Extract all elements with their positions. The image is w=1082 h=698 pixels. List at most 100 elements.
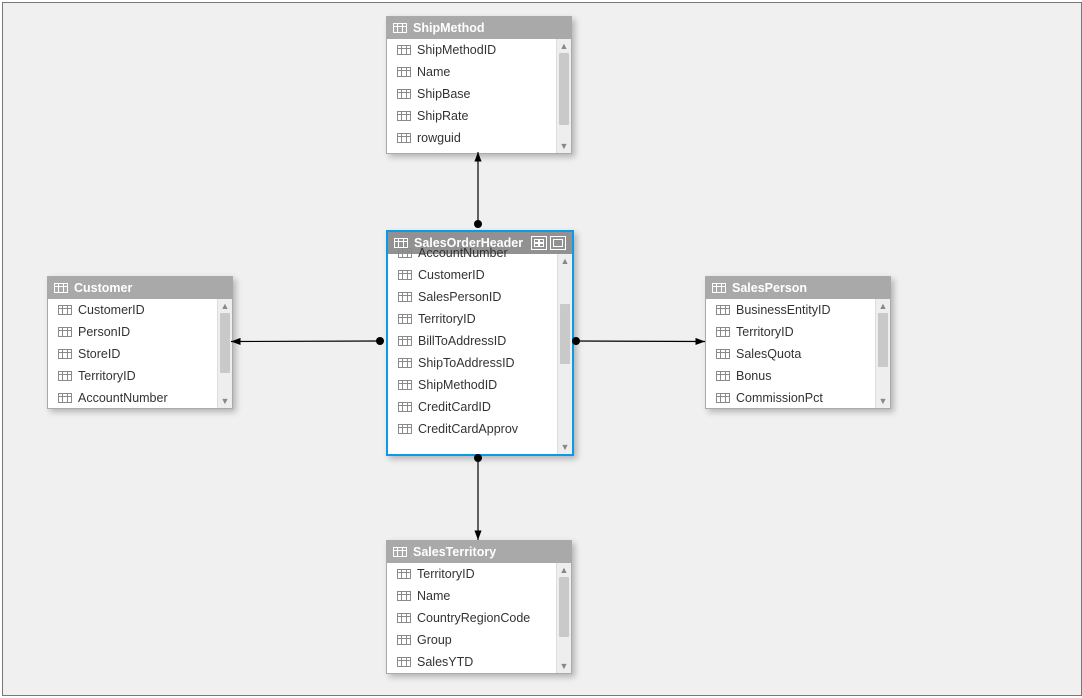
column-icon <box>716 347 730 362</box>
column-list: TerritoryID Name CountryRegionCode Group… <box>387 563 556 673</box>
column-label: SalesQuota <box>736 347 801 361</box>
column-icon <box>58 391 72 406</box>
column-row[interactable]: TerritoryID <box>706 321 875 343</box>
column-row[interactable]: CreditCardID <box>388 396 557 418</box>
column-row[interactable]: BillToAddressID <box>388 330 557 352</box>
scroll-down-icon[interactable]: ▼ <box>557 139 571 153</box>
table-salesPerson[interactable]: SalesPerson BusinessEntityID TerritoryID… <box>705 276 891 409</box>
column-row[interactable]: TerritoryID <box>388 308 557 330</box>
column-label: ShipMethodID <box>417 43 496 57</box>
scrollbar[interactable]: ▲ ▼ <box>557 254 572 454</box>
scroll-down-icon[interactable]: ▼ <box>876 394 890 408</box>
scroll-up-icon[interactable]: ▲ <box>558 254 572 268</box>
column-icon <box>398 290 412 305</box>
column-row[interactable]: AccountNumber <box>48 387 217 408</box>
column-row[interactable]: ShipBase <box>387 83 556 105</box>
column-label: CountryRegionCode <box>417 611 530 625</box>
column-label: ShipToAddressID <box>418 356 515 370</box>
table-icon <box>393 547 407 557</box>
scrollbar[interactable]: ▲ ▼ <box>556 39 571 153</box>
column-row[interactable]: BusinessEntityID <box>706 299 875 321</box>
column-icon <box>58 369 72 384</box>
column-label: ShipRate <box>417 109 468 123</box>
table-title: SalesTerritory <box>413 545 565 559</box>
table-salesTerritory[interactable]: SalesTerritory TerritoryID Name CountryR… <box>386 540 572 674</box>
scroll-up-icon[interactable]: ▲ <box>876 299 890 313</box>
column-row[interactable]: ShipToAddressID <box>388 352 557 374</box>
column-icon <box>397 589 411 604</box>
table-shipMethod[interactable]: ShipMethod ShipMethodID Name ShipBase Sh… <box>386 16 572 154</box>
column-icon <box>397 65 411 80</box>
table-title: Customer <box>74 281 226 295</box>
column-icon <box>716 369 730 384</box>
column-icon <box>397 131 411 146</box>
column-icon <box>397 567 411 582</box>
column-row[interactable]: CustomerID <box>48 299 217 321</box>
column-row[interactable]: SalesYTD <box>387 651 556 673</box>
column-label: CustomerID <box>78 303 145 317</box>
column-icon <box>716 391 730 406</box>
column-row[interactable]: ShipMethodID <box>387 39 556 61</box>
column-row[interactable]: CountryRegionCode <box>387 607 556 629</box>
column-row[interactable]: TerritoryID <box>48 365 217 387</box>
column-label: StoreID <box>78 347 120 361</box>
column-label: CreditCardApprov <box>418 422 518 436</box>
scroll-up-icon[interactable]: ▲ <box>557 563 571 577</box>
column-row[interactable]: Group <box>387 629 556 651</box>
column-row[interactable]: TerritoryID <box>387 563 556 585</box>
column-label: TerritoryID <box>736 325 794 339</box>
column-row[interactable]: Name <box>387 61 556 83</box>
column-row[interactable]: ShipRate <box>387 105 556 127</box>
scroll-down-icon[interactable]: ▼ <box>557 659 571 673</box>
table-titlebar[interactable]: SalesTerritory <box>387 541 571 563</box>
column-label: AccountNumber <box>78 391 168 405</box>
scrollbar[interactable]: ▲ ▼ <box>875 299 890 408</box>
table-customer[interactable]: Customer CustomerID PersonID StoreID Ter… <box>47 276 233 409</box>
table-salesOrderHeader[interactable]: SalesOrderHeader AccountNumber CustomerI… <box>386 230 574 456</box>
diagram-canvas[interactable]: ShipMethod ShipMethodID Name ShipBase Sh… <box>2 2 1082 696</box>
column-label: SalesYTD <box>417 655 473 669</box>
column-row[interactable]: PersonID <box>48 321 217 343</box>
table-title: ShipMethod <box>413 21 565 35</box>
column-list: AccountNumber CustomerID SalesPersonID T… <box>388 242 557 454</box>
column-icon <box>398 378 412 393</box>
column-label: BusinessEntityID <box>736 303 830 317</box>
column-icon <box>398 400 412 415</box>
scroll-down-icon[interactable]: ▼ <box>558 440 572 454</box>
column-icon <box>398 268 412 283</box>
column-row[interactable]: Bonus <box>706 365 875 387</box>
column-label: ShipMethodID <box>418 378 497 392</box>
column-row[interactable]: CreditCardApprov <box>388 418 557 440</box>
column-row[interactable]: AccountNumber <box>388 242 557 264</box>
scrollbar[interactable]: ▲ ▼ <box>217 299 232 408</box>
scroll-thumb[interactable] <box>560 304 570 364</box>
column-row[interactable]: SalesPersonID <box>388 286 557 308</box>
scroll-up-icon[interactable]: ▲ <box>557 39 571 53</box>
table-titlebar[interactable]: ShipMethod <box>387 17 571 39</box>
column-label: PersonID <box>78 325 130 339</box>
column-label: CommissionPct <box>736 391 823 405</box>
column-icon <box>398 246 412 261</box>
column-row[interactable]: SalesQuota <box>706 343 875 365</box>
column-label: Name <box>417 589 450 603</box>
column-label: CustomerID <box>418 268 485 282</box>
scrollbar[interactable]: ▲ ▼ <box>556 563 571 673</box>
scroll-thumb[interactable] <box>559 577 569 637</box>
scroll-thumb[interactable] <box>559 53 569 125</box>
scroll-up-icon[interactable]: ▲ <box>218 299 232 313</box>
column-icon <box>58 303 72 318</box>
table-titlebar[interactable]: Customer <box>48 277 232 299</box>
scroll-thumb[interactable] <box>878 313 888 367</box>
column-row[interactable]: CommissionPct <box>706 387 875 408</box>
column-list: BusinessEntityID TerritoryID SalesQuota … <box>706 299 875 408</box>
table-titlebar[interactable]: SalesPerson <box>706 277 890 299</box>
table-icon <box>393 23 407 33</box>
scroll-down-icon[interactable]: ▼ <box>218 394 232 408</box>
scroll-thumb[interactable] <box>220 313 230 373</box>
column-row[interactable]: ShipMethodID <box>388 374 557 396</box>
column-row[interactable]: CustomerID <box>388 264 557 286</box>
column-icon <box>716 325 730 340</box>
column-row[interactable]: Name <box>387 585 556 607</box>
column-row[interactable]: StoreID <box>48 343 217 365</box>
column-row[interactable]: rowguid <box>387 127 556 149</box>
